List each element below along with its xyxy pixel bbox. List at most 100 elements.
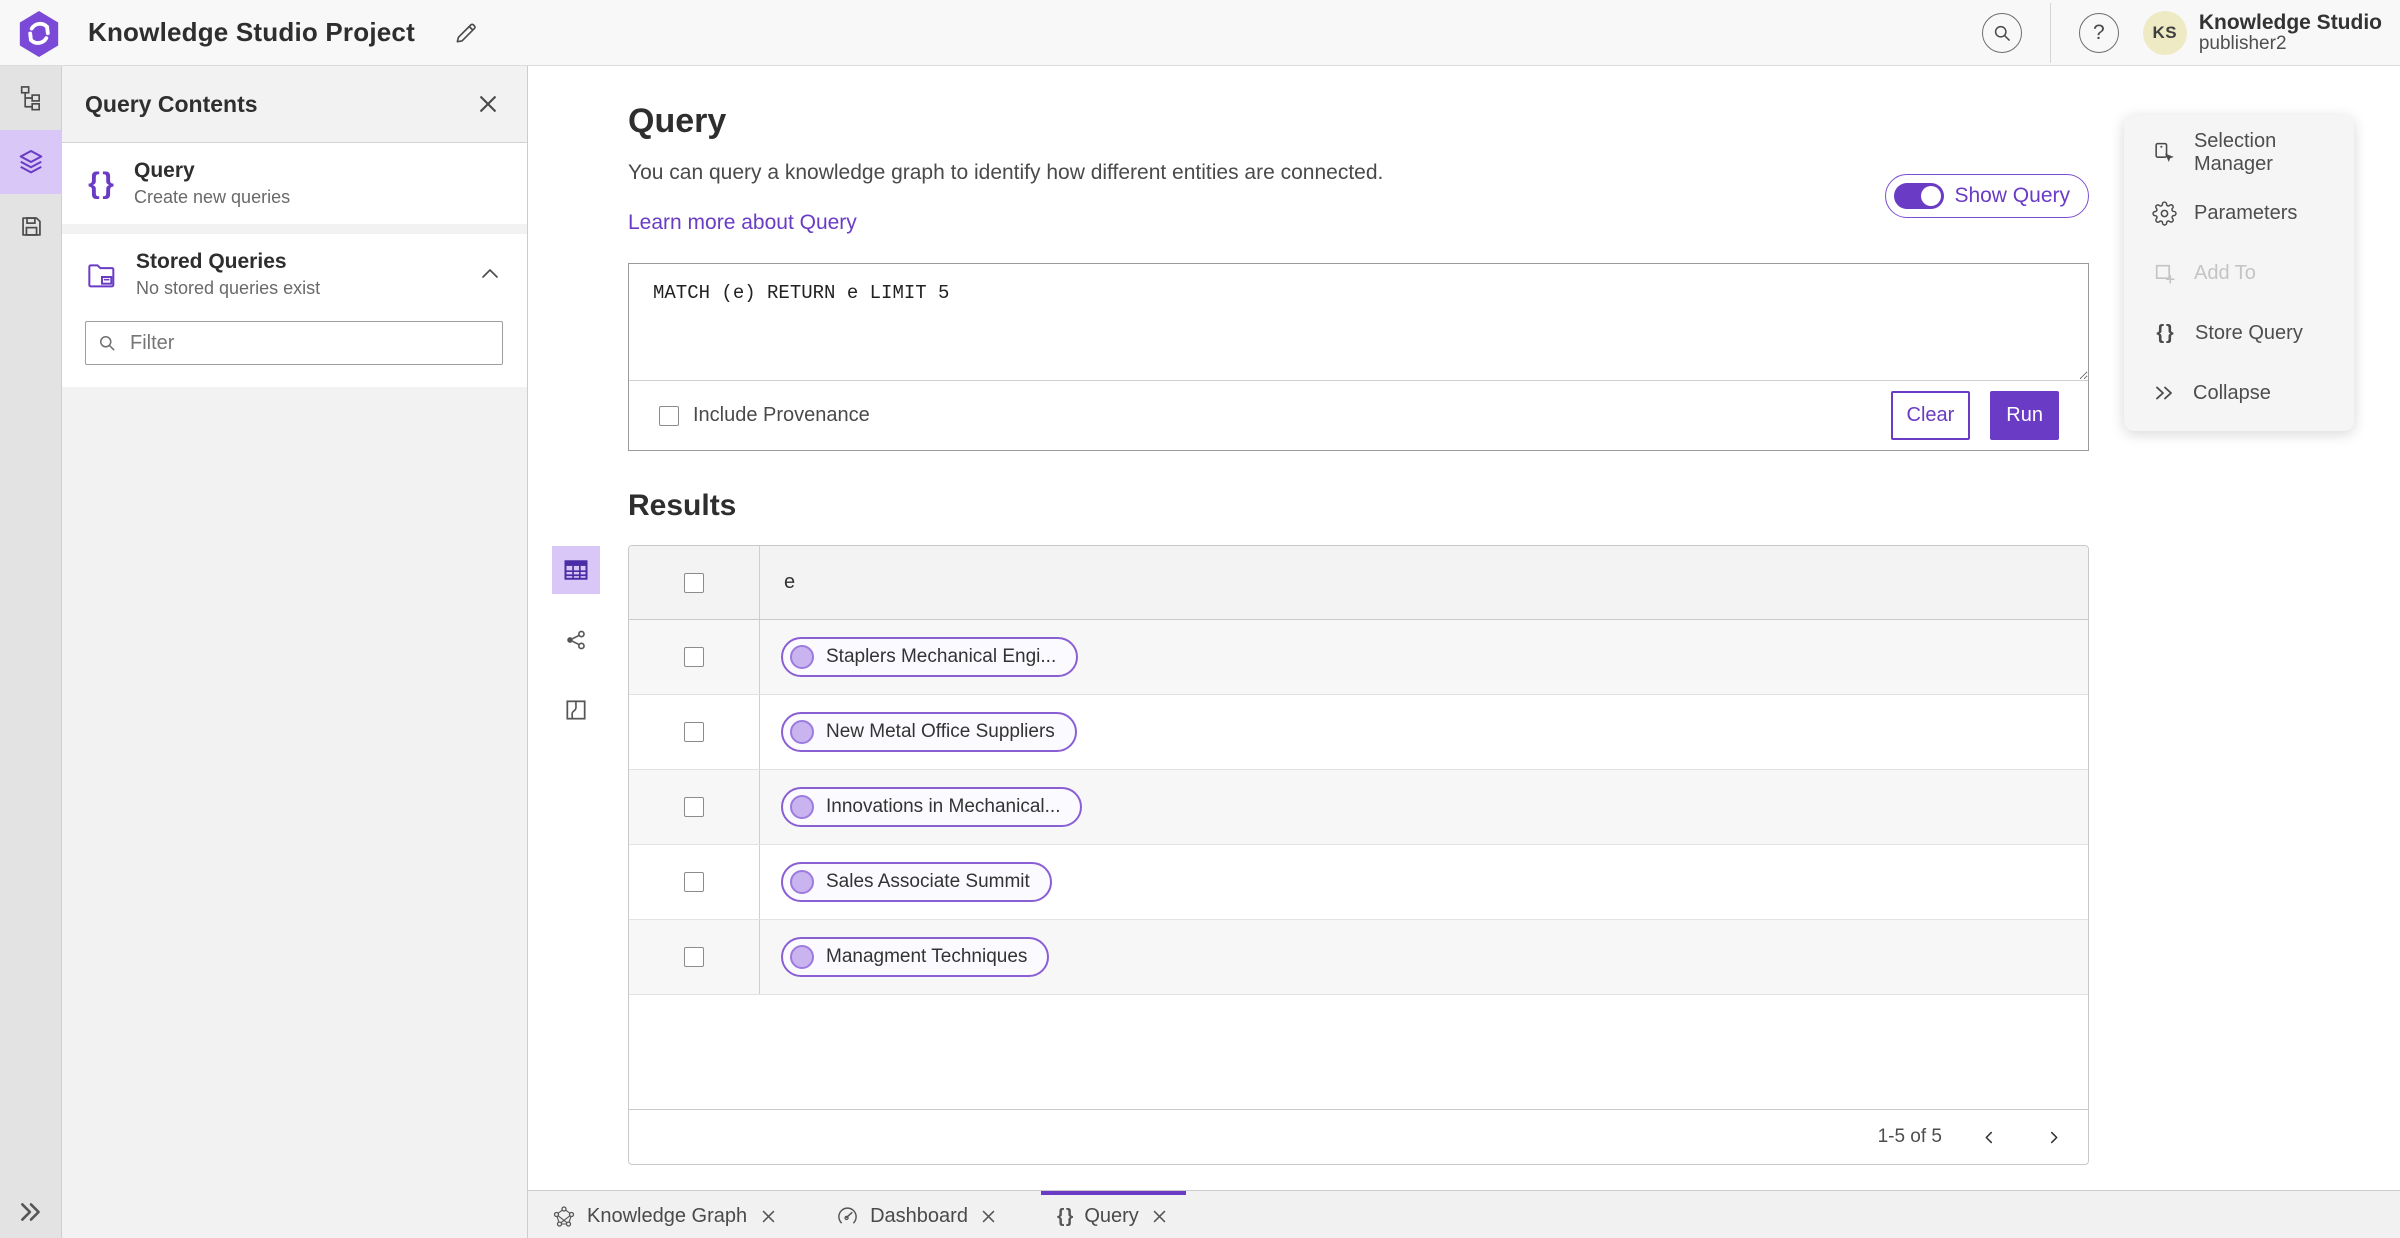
entity-dot-icon [790, 720, 814, 744]
table-row: Sales Associate Summit [629, 845, 2088, 920]
query-description: You can query a knowledge graph to ident… [628, 161, 1384, 184]
pencil-icon [456, 23, 476, 42]
save-icon [21, 216, 41, 236]
row-checkbox[interactable] [684, 722, 704, 742]
page-title: Knowledge Studio Project [88, 17, 415, 47]
tab-query[interactable]: { } Query [1040, 1191, 1186, 1238]
close-tab-button[interactable] [979, 1207, 999, 1227]
query-actions-panel: Selection Manager Parameters Add To {} … [2124, 115, 2354, 431]
parameters-button[interactable]: Parameters [2124, 183, 2354, 243]
results-heading: Results [628, 489, 737, 522]
select-all-checkbox[interactable] [684, 572, 704, 593]
table-view-icon [564, 560, 588, 580]
row-checkbox[interactable] [684, 797, 704, 817]
user-menu[interactable]: Knowledge Studio publisher2 [2198, 10, 2386, 54]
row-checkbox[interactable] [684, 872, 704, 892]
entity-pill[interactable]: Sales Associate Summit [781, 862, 1052, 902]
collapse-chevrons-icon [2156, 386, 2172, 400]
link-chart-view-button[interactable] [552, 616, 600, 664]
panel-title: Query Contents [85, 90, 258, 117]
help-button[interactable]: ? [2078, 12, 2119, 53]
search-button[interactable] [1981, 12, 2022, 53]
table-row: Staplers Mechanical Engi... [629, 620, 2088, 695]
toggle-track-icon [1894, 183, 1945, 209]
query-contents-panel: Query Contents { } Query Create new quer… [62, 66, 528, 1238]
tab-dashboard[interactable]: Dashboard [820, 1191, 1015, 1238]
add-to-icon [2155, 264, 2175, 283]
entity-dot-icon [790, 645, 814, 669]
parameters-gear-icon [2152, 200, 2177, 226]
link-chart-icon [567, 630, 585, 650]
panel-close-button[interactable] [473, 89, 503, 119]
edit-title-button[interactable] [449, 16, 483, 50]
dashboard-gauge-icon [838, 1207, 857, 1224]
rail-item-contents[interactable] [0, 130, 62, 194]
app-logo-icon [16, 9, 62, 57]
store-query-braces-icon: { } [2156, 321, 2174, 344]
entity-dot-icon [790, 945, 814, 969]
next-page-button[interactable] [2036, 1120, 2070, 1154]
double-chevron-right-icon [21, 1203, 40, 1221]
chevron-left-icon [1985, 1131, 1992, 1143]
table-header-row: e [629, 546, 2088, 620]
account-name: Knowledge Studio [2198, 10, 2382, 34]
chevron-up-icon [482, 268, 498, 278]
results-table: e Staplers Mechanical Engi... New Metal … [628, 545, 2089, 1165]
close-icon [479, 95, 497, 113]
query-code-textarea[interactable]: MATCH (e) RETURN e LIMIT 5 [629, 264, 2088, 380]
filter-search-icon [97, 333, 117, 358]
chevron-right-icon [2050, 1131, 2057, 1143]
data-model-icon [20, 86, 40, 111]
previous-page-button[interactable] [1972, 1120, 2006, 1154]
close-tab-button[interactable] [1150, 1207, 1170, 1227]
pagination-range: 1-5 of 5 [1877, 1126, 1942, 1147]
table-view-button[interactable] [552, 546, 600, 594]
main-content: Query You can query a knowledge graph to… [528, 66, 2400, 1238]
entity-pill[interactable]: Staplers Mechanical Engi... [781, 637, 1079, 677]
entity-pill[interactable]: Innovations in Mechanical... [781, 787, 1083, 827]
query-heading: Query [628, 102, 727, 140]
run-button[interactable]: Run [1990, 391, 2059, 440]
collapse-section-button[interactable] [477, 262, 503, 288]
table-pagination: 1-5 of 5 [629, 1109, 2088, 1164]
include-provenance-checkbox[interactable] [659, 405, 679, 426]
query-braces-icon: { } [1056, 1205, 1074, 1227]
left-icon-rail [0, 66, 62, 1238]
filter-input[interactable] [85, 321, 503, 365]
search-icon [1994, 25, 2010, 41]
top-bar: Knowledge Studio Project ? KS Knowledge … [0, 0, 2400, 66]
entity-pill[interactable]: Managment Techniques [781, 937, 1050, 977]
close-tab-button[interactable] [758, 1207, 778, 1227]
expand-rail-button[interactable] [0, 1186, 62, 1238]
row-checkbox[interactable] [684, 647, 704, 667]
table-row: Innovations in Mechanical... [629, 770, 2088, 845]
close-icon [983, 1210, 995, 1223]
learn-more-link[interactable]: Learn more about Query [628, 211, 857, 235]
panel-item-stored-queries[interactable]: Stored Queries No stored queries exist [62, 234, 527, 315]
close-icon [762, 1210, 775, 1223]
show-query-toggle[interactable]: Show Query [1885, 174, 2089, 218]
rail-item-save[interactable] [0, 194, 62, 258]
selection-manager-button[interactable]: Selection Manager [2124, 123, 2354, 183]
account-username: publisher2 [2198, 32, 2287, 54]
stored-queries-folder-icon [88, 263, 115, 287]
entity-pill[interactable]: New Metal Office Suppliers [781, 712, 1077, 752]
knowledge-graph-icon [553, 1205, 575, 1227]
table-row: Managment Techniques [629, 920, 2088, 995]
document-tab-bar: Knowledge Graph Dashboard {} Query [528, 1190, 2400, 1238]
clear-button[interactable]: Clear [1890, 391, 1971, 440]
entity-dot-icon [790, 870, 814, 894]
tab-knowledge-graph[interactable]: Knowledge Graph [536, 1191, 794, 1238]
stored-queries-section: Stored Queries No stored queries exist [62, 234, 527, 387]
row-checkbox[interactable] [684, 947, 704, 967]
panel-item-query[interactable]: { } Query Create new queries [62, 143, 527, 224]
map-view-button[interactable] [552, 686, 600, 734]
avatar[interactable]: KS [2142, 10, 2187, 55]
map-view-icon [566, 700, 586, 720]
rail-item-data-model[interactable] [0, 66, 62, 130]
close-icon [1153, 1210, 1166, 1223]
collapse-panel-button[interactable]: Collapse [2124, 363, 2354, 423]
store-query-button[interactable]: { } Store Query [2124, 303, 2354, 363]
query-editor-panel: MATCH (e) RETURN e LIMIT 5 Include Prove… [628, 263, 2089, 451]
layers-icon [19, 149, 43, 174]
